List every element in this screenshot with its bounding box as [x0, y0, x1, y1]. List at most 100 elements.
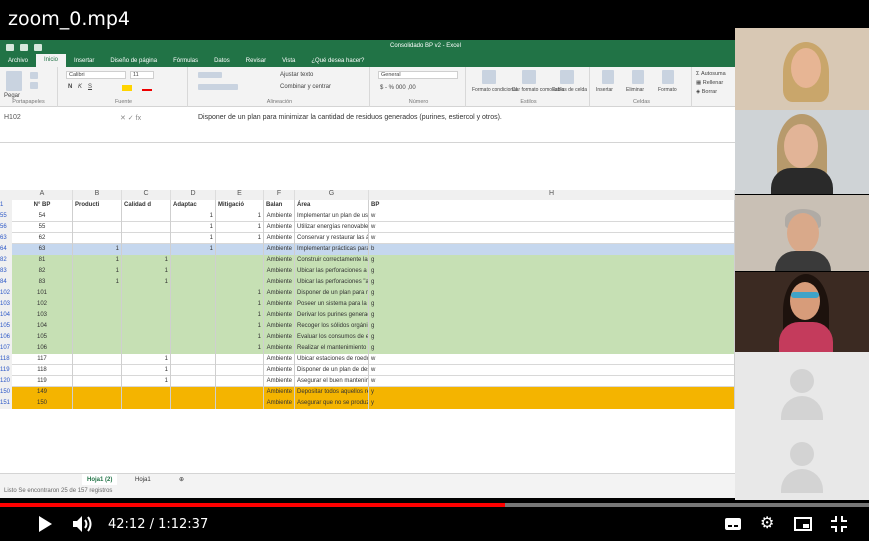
- table-cell[interactable]: [122, 288, 171, 299]
- row-number[interactable]: 56: [0, 222, 12, 233]
- table-cell[interactable]: [216, 354, 264, 365]
- header-cell[interactable]: Balan: [264, 200, 295, 211]
- table-cell[interactable]: [216, 255, 264, 266]
- cell-styles-icon[interactable]: [560, 70, 574, 84]
- table-cell[interactable]: [171, 343, 216, 354]
- font-size-box[interactable]: 11: [130, 71, 154, 79]
- table-cell[interactable]: b: [369, 244, 735, 255]
- video-player[interactable]: zoom_0.mp4 Consolidado BP v2 - Excel Arc…: [0, 0, 869, 541]
- table-cell[interactable]: 117: [12, 354, 73, 365]
- table-cell[interactable]: [171, 288, 216, 299]
- table-cell[interactable]: w: [369, 222, 735, 233]
- menu-diseno[interactable]: Diseño de página: [102, 58, 165, 64]
- table-row[interactable]: 82 81 1 1 Ambiente Construir correctamente la…: [0, 255, 735, 266]
- table-cell[interactable]: 1: [216, 299, 264, 310]
- table-cell[interactable]: [216, 398, 264, 409]
- participant-tile-1[interactable]: [735, 28, 869, 110]
- col-letter-a[interactable]: A: [12, 190, 73, 200]
- col-letter-g[interactable]: G: [295, 190, 369, 200]
- table-cell[interactable]: w: [369, 365, 735, 376]
- table-row[interactable]: 120119 1 AmbienteAsegurar el buen mantenim…: [0, 376, 735, 387]
- table-cell[interactable]: [122, 222, 171, 233]
- table-cell[interactable]: 54: [12, 211, 73, 222]
- table-row[interactable]: 102 101 1 Ambiente Disponer de un plan para …: [0, 288, 735, 299]
- table-cell[interactable]: w: [369, 211, 735, 222]
- table-cell[interactable]: Realizar el mantenimiento y chequeos de …: [295, 343, 369, 354]
- table-cell[interactable]: 1: [216, 288, 264, 299]
- table-cell[interactable]: g: [369, 299, 735, 310]
- insert-cells-icon[interactable]: [602, 70, 614, 84]
- number-format-box[interactable]: General: [378, 71, 458, 79]
- table-cell[interactable]: [171, 387, 216, 398]
- table-row[interactable]: 119 118 1 Ambiente Disponer de un plan de de…: [0, 365, 735, 376]
- table-cell[interactable]: 1: [216, 211, 264, 222]
- underline-icon[interactable]: S: [88, 84, 92, 90]
- table-cell[interactable]: Recoger los sólidos orgánicos (estiércol…: [295, 321, 369, 332]
- row-number[interactable]: 83: [0, 266, 12, 277]
- col-letter-b[interactable]: B: [73, 190, 122, 200]
- table-cell[interactable]: [73, 376, 122, 387]
- subtitles-icon[interactable]: [724, 515, 742, 533]
- bold-icon[interactable]: N: [68, 84, 72, 90]
- play-icon[interactable]: [36, 515, 54, 533]
- table-cell[interactable]: [122, 332, 171, 343]
- table-cell[interactable]: Derivar los purines generados mediante e…: [295, 310, 369, 321]
- table-row[interactable]: 555411AmbienteImplementar un plan de uso…: [0, 211, 735, 222]
- table-cell[interactable]: [171, 255, 216, 266]
- table-cell[interactable]: 119: [12, 376, 73, 387]
- table-cell[interactable]: [122, 211, 171, 222]
- table-cell[interactable]: 102: [12, 299, 73, 310]
- table-cell[interactable]: [171, 398, 216, 409]
- wrap-text-button[interactable]: Ajustar texto: [280, 72, 313, 78]
- table-cell[interactable]: [122, 244, 171, 255]
- table-cell[interactable]: 1: [216, 321, 264, 332]
- table-cell[interactable]: Ubicar las perforaciones "aguas arriba" …: [295, 277, 369, 288]
- row-number[interactable]: 118: [0, 354, 12, 365]
- table-cell[interactable]: Implementar prácticas para recolección o…: [295, 244, 369, 255]
- clear-button[interactable]: ◈ Borrar: [696, 88, 726, 97]
- volume-icon[interactable]: [72, 515, 94, 533]
- table-cell[interactable]: Disponer de un plan de desinsectación, a…: [295, 365, 369, 376]
- autosum-button[interactable]: Σ Autosuma: [696, 70, 726, 79]
- table-cell[interactable]: [122, 321, 171, 332]
- header-cell[interactable]: N° BP: [12, 200, 73, 211]
- table-cell[interactable]: 1: [73, 244, 122, 255]
- table-cell[interactable]: [122, 233, 171, 244]
- table-cell[interactable]: g: [369, 321, 735, 332]
- table-cell[interactable]: y: [369, 398, 735, 409]
- table-row[interactable]: 107 106 1 Ambiente Realizar el mantenimiento…: [0, 343, 735, 354]
- fullscreen-exit-icon[interactable]: [830, 515, 848, 533]
- table-cell[interactable]: [73, 288, 122, 299]
- header-cell[interactable]: Calidad d: [122, 200, 171, 211]
- table-cell[interactable]: Asegurar el buen mantenimiento y la limp…: [295, 376, 369, 387]
- table-cell[interactable]: Ambiente: [264, 277, 295, 288]
- table-cell[interactable]: [73, 343, 122, 354]
- table-row[interactable]: 106 105 1 Ambiente Evaluar los consumos de e…: [0, 332, 735, 343]
- table-cell[interactable]: Depositar todos aquellos residuos sólido…: [295, 387, 369, 398]
- table-cell[interactable]: 1: [73, 277, 122, 288]
- paste-icon[interactable]: [6, 71, 22, 91]
- menu-insertar[interactable]: Insertar: [66, 58, 102, 64]
- table-cell[interactable]: [73, 387, 122, 398]
- table-row[interactable]: 118 117 1 Ambiente Ubicar estaciones de roed…: [0, 354, 735, 365]
- table-row[interactable]: 56 55 1 1 Ambiente Utilizar energías renovabl…: [0, 222, 735, 233]
- table-cell[interactable]: [216, 244, 264, 255]
- table-cell[interactable]: [171, 376, 216, 387]
- row-number[interactable]: 107: [0, 343, 12, 354]
- table-cell[interactable]: g: [369, 332, 735, 343]
- col-letter-d[interactable]: D: [171, 190, 216, 200]
- table-cell[interactable]: Construir correctamente las perforacione…: [295, 255, 369, 266]
- fill-color-icon[interactable]: [122, 85, 132, 91]
- participant-tile-4[interactable]: [735, 272, 869, 352]
- table-cell[interactable]: [73, 321, 122, 332]
- table-cell[interactable]: [171, 321, 216, 332]
- row-number[interactable]: 106: [0, 332, 12, 343]
- table-row[interactable]: 64 63 1 1 Ambiente Implementar prácticas para…: [0, 244, 735, 255]
- table-cell[interactable]: Ambiente: [264, 211, 295, 222]
- menu-vista[interactable]: Vista: [274, 58, 303, 64]
- table-cell[interactable]: 1: [122, 376, 171, 387]
- table-cell[interactable]: w: [369, 376, 735, 387]
- row-number[interactable]: 55: [0, 211, 12, 222]
- row-number[interactable]: 64: [0, 244, 12, 255]
- table-cell[interactable]: 62: [12, 233, 73, 244]
